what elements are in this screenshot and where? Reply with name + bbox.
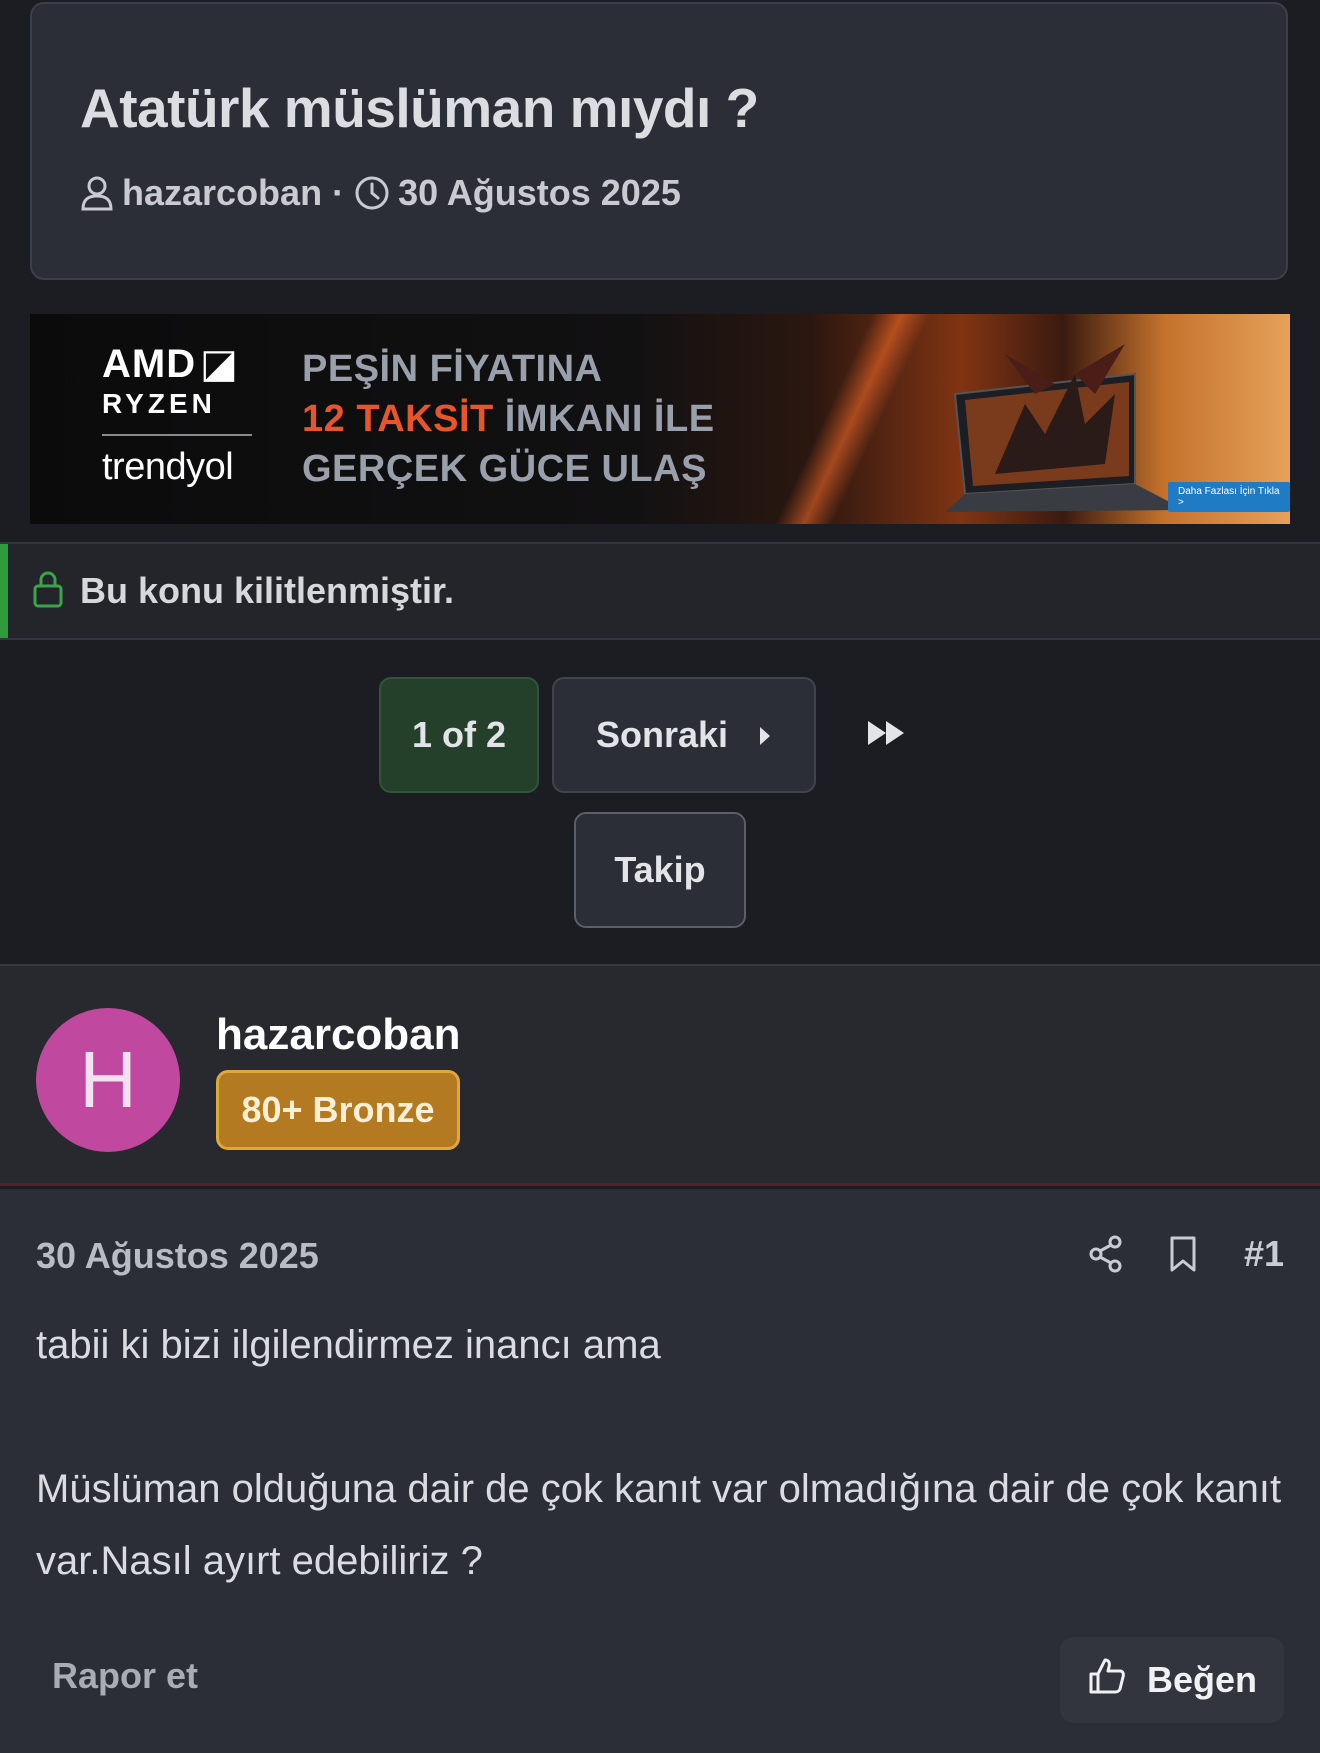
thumbs-up-icon [1087, 1656, 1127, 1705]
like-label: Beğen [1146, 1659, 1258, 1700]
fast-forward-icon [866, 719, 906, 752]
ad-line-3: GERÇEK GÜCE ULAŞ [302, 448, 707, 490]
follow-button[interactable]: Takip [574, 812, 746, 928]
clock-icon [354, 175, 390, 211]
thread-header: Atatürk müslüman mıydı ? hazarcoban · 30… [30, 2, 1288, 280]
thread-date[interactable]: 30 Ağustos 2025 [398, 172, 681, 214]
page-indicator[interactable]: 1 of 2 [379, 677, 539, 793]
post-actions: #1 [1088, 1233, 1284, 1275]
ad-brand: AMD ◪ RYZEN trendyol [102, 344, 252, 489]
ad-line-1: PEŞİN FİYATINA [302, 348, 603, 390]
last-page-button[interactable] [858, 707, 914, 763]
caret-right-icon [758, 714, 772, 756]
user-icon [80, 175, 114, 211]
trendyol-logo: trendyol [102, 446, 234, 488]
dragon-laptop-image [945, 344, 1185, 512]
post-paragraph: tabii ki bizi ilgilendirmez inancı ama [36, 1323, 661, 1367]
ad-line-2: 12 TAKSİT İMKANI İLE [302, 398, 715, 440]
thread-author-link[interactable]: hazarcoban [122, 172, 322, 214]
next-page-button[interactable]: Sonraki [552, 677, 816, 793]
thread-meta: hazarcoban · 30 Ağustos 2025 [80, 172, 681, 214]
post-body: tabii ki bizi ilgilendirmez inancı ama M… [36, 1309, 1286, 1597]
bookmark-icon[interactable] [1168, 1235, 1198, 1273]
locked-notice: Bu konu kilitlenmiştir. [0, 542, 1320, 640]
ryzen-logo: RYZEN [102, 388, 216, 419]
meta-separator: · [332, 172, 345, 213]
report-link[interactable]: Rapor et [52, 1655, 198, 1697]
post-date[interactable]: 30 Ağustos 2025 [36, 1235, 319, 1277]
post-paragraph: Müslüman olduğuna dair de çok kanıt var … [36, 1467, 1282, 1583]
post: 30 Ağustos 2025 #1 tabii ki bizi ilgilen… [0, 1189, 1320, 1753]
author-name[interactable]: hazarcoban [216, 1010, 461, 1060]
ad-banner[interactable]: AMD ◪ RYZEN trendyol PEŞİN FİYATINA 12 TA… [30, 314, 1290, 524]
avatar[interactable]: H [36, 1008, 180, 1152]
post-number[interactable]: #1 [1244, 1233, 1284, 1275]
amd-logo: AMD ◪ [102, 342, 239, 386]
share-icon[interactable] [1088, 1235, 1124, 1273]
next-label: Sonraki [595, 714, 729, 755]
user-rank-badge: 80+ Bronze [216, 1070, 460, 1150]
like-button[interactable]: Beğen [1060, 1637, 1284, 1723]
ad-copy: PEŞİN FİYATINA 12 TAKSİT İMKANI İLE GERÇ… [302, 344, 715, 494]
lock-icon [0, 570, 80, 613]
ad-cta-button[interactable]: Daha Fazlası İçin Tıkla > [1168, 482, 1290, 512]
locked-text: Bu konu kilitlenmiştir. [80, 570, 455, 611]
ad-divider [102, 434, 252, 436]
thread-title: Atatürk müslüman mıydı ? [80, 77, 759, 139]
post-author: H hazarcoban 80+ Bronze [0, 964, 1320, 1186]
pagination: 1 of 2 Sonraki [0, 677, 1320, 795]
